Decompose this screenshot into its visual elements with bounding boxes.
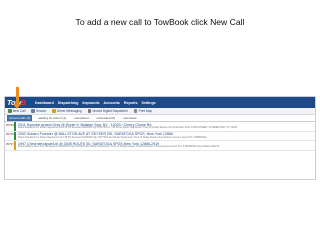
tab-waiting-for-action[interactable]: waiting for action (1)	[36, 115, 68, 121]
print-map-button[interactable]: Print Map	[133, 109, 153, 113]
pointer-arrow-icon	[13, 104, 21, 109]
call-status-tabs: current calls (3) waiting for action (1)…	[5, 115, 315, 122]
status-indicator	[14, 131, 16, 141]
nav-reports[interactable]: Reports	[124, 101, 138, 105]
instruction-caption: To add a new call to TowBook click New C…	[75, 17, 245, 27]
search-label: Search	[36, 109, 47, 113]
digital-dispatcher-button[interactable]: Moved Digital Dispatcher	[87, 109, 128, 113]
call-number: #5796	[6, 132, 14, 137]
logo-accent: B	[20, 98, 27, 107]
call-details: Status Dispatched to Darian Stephenson a…	[18, 127, 237, 130]
call-list: #5795 2011 Hyundai accent Gray @ Route 9…	[5, 122, 315, 151]
message-icon	[52, 109, 56, 113]
towbook-screenshot: Tow B Dashboard Dispatching Impounds Acco…	[4, 96, 316, 180]
call-details: Status Waiting Since 2:51 PM Received 01…	[18, 146, 220, 149]
call-row[interactable]: #5795 2011 Hyundai accent Gray @ Route 9…	[5, 122, 315, 132]
new-call-button[interactable]: New Call	[8, 109, 25, 113]
print-icon	[133, 109, 138, 113]
nav-impounds[interactable]: Impounds	[82, 101, 99, 105]
tab-cancelled[interactable]: cancelled	[121, 115, 138, 121]
nav-settings[interactable]: Settings	[142, 101, 156, 105]
status-indicator	[14, 122, 16, 131]
top-navbar: Tow B Dashboard Dispatching Impounds Acco…	[5, 97, 315, 108]
dispatcher-icon	[87, 109, 92, 113]
call-number: #5795	[6, 122, 14, 127]
driver-messaging-button[interactable]: Driver Messaging	[52, 109, 82, 113]
tab-completed[interactable]: completed	[72, 115, 90, 121]
call-row[interactable]: #5797 1997 Chevrolet tahoe/Ltk @ 3045 RO…	[5, 141, 315, 151]
new-call-label: New Call	[12, 109, 26, 113]
call-number: #5797	[6, 141, 14, 146]
call-title[interactable]: 2011 Hyundai accent Gray @ Route 9, Ball…	[18, 122, 315, 127]
dispatch-toolbar: New Call Search Driver Messaging Moved D…	[5, 108, 315, 115]
call-details: Status Dispatched to Darian Stephenson a…	[18, 136, 207, 139]
new-call-icon	[8, 109, 12, 113]
nav-dashboard[interactable]: Dashboard	[35, 101, 54, 105]
nav-dispatching[interactable]: Dispatching	[58, 101, 79, 105]
driver-messaging-label: Driver Messaging	[56, 109, 82, 113]
print-map-label: Print Map	[138, 109, 153, 113]
call-title[interactable]: 2002 Subaru Forester @ BALLSTON AVE AT G…	[18, 132, 315, 136]
search-icon	[31, 109, 35, 113]
digital-dispatcher-label: Moved Digital Dispatcher	[92, 109, 128, 113]
search-button[interactable]: Search	[31, 109, 46, 113]
call-row[interactable]: #5796 2002 Subaru Forester @ BALLSTON AV…	[5, 131, 315, 142]
tab-current-calls[interactable]: current calls (3)	[7, 115, 33, 121]
status-indicator	[14, 141, 16, 150]
tab-scheduled[interactable]: scheduled (0)	[94, 115, 117, 121]
nav-accounts[interactable]: Accounts	[104, 101, 120, 105]
